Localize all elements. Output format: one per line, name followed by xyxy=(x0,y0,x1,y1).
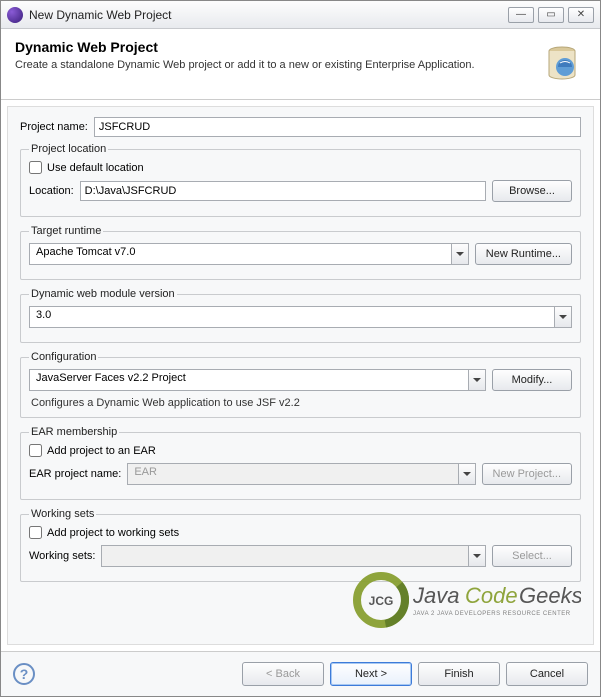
working-sets-legend: Working sets xyxy=(29,508,96,520)
svg-text:JCG: JCG xyxy=(369,594,394,608)
titlebar: New Dynamic Web Project — ▭ ✕ xyxy=(1,1,600,29)
add-to-working-sets-label: Add project to working sets xyxy=(47,527,179,539)
configuration-group: Configuration JavaServer Faces v2.2 Proj… xyxy=(20,351,581,418)
location-input[interactable] xyxy=(80,181,486,201)
new-project-button: New Project... xyxy=(482,463,572,485)
svg-text:Code: Code xyxy=(465,583,518,608)
banner-subheading: Create a standalone Dynamic Web project … xyxy=(15,59,538,71)
working-sets-label: Working sets: xyxy=(29,550,95,562)
module-version-combo[interactable]: 3.0 xyxy=(29,306,572,328)
close-button[interactable]: ✕ xyxy=(568,7,594,23)
new-runtime-button[interactable]: New Runtime... xyxy=(475,243,572,265)
minimize-button[interactable]: — xyxy=(508,7,534,23)
project-name-label: Project name: xyxy=(20,121,88,133)
chevron-down-icon xyxy=(554,307,571,327)
maximize-button[interactable]: ▭ xyxy=(538,7,564,23)
chevron-down-icon xyxy=(468,370,485,390)
use-default-location-checkbox[interactable] xyxy=(29,161,42,174)
window-buttons: — ▭ ✕ xyxy=(508,7,594,23)
window-title: New Dynamic Web Project xyxy=(29,8,508,22)
next-button[interactable]: Next > xyxy=(330,662,412,686)
body: Project name: Project location Use defau… xyxy=(7,106,594,645)
target-runtime-combo[interactable]: Apache Tomcat v7.0 xyxy=(29,243,469,265)
configuration-value: JavaServer Faces v2.2 Project xyxy=(29,369,486,391)
svg-text:Geeks: Geeks xyxy=(519,583,581,608)
modify-button[interactable]: Modify... xyxy=(492,369,572,391)
configuration-combo[interactable]: JavaServer Faces v2.2 Project xyxy=(29,369,486,391)
browse-button[interactable]: Browse... xyxy=(492,180,572,202)
project-name-row: Project name: xyxy=(20,117,581,137)
wizard-icon xyxy=(538,39,586,87)
banner: Dynamic Web Project Create a standalone … xyxy=(1,29,600,100)
ear-name-value: EAR xyxy=(127,463,475,485)
target-runtime-group: Target runtime Apache Tomcat v7.0 New Ru… xyxy=(20,225,581,280)
module-version-value: 3.0 xyxy=(29,306,572,328)
chevron-down-icon xyxy=(451,244,468,264)
target-runtime-legend: Target runtime xyxy=(29,225,103,237)
footer: ? < Back Next > Finish Cancel xyxy=(1,651,600,696)
use-default-location-label: Use default location xyxy=(47,162,144,174)
add-to-ear-label: Add project to an EAR xyxy=(47,445,156,457)
dialog-window: New Dynamic Web Project — ▭ ✕ Dynamic We… xyxy=(0,0,601,697)
banner-heading: Dynamic Web Project xyxy=(15,39,538,55)
module-version-group: Dynamic web module version 3.0 xyxy=(20,288,581,343)
target-runtime-value: Apache Tomcat v7.0 xyxy=(29,243,469,265)
back-button: < Back xyxy=(242,662,324,686)
svg-text:Java: Java xyxy=(412,583,459,608)
configuration-description: Configures a Dynamic Web application to … xyxy=(31,397,572,409)
project-location-group: Project location Use default location Lo… xyxy=(20,143,581,217)
finish-button[interactable]: Finish xyxy=(418,662,500,686)
ear-name-combo: EAR xyxy=(127,463,475,485)
location-label: Location: xyxy=(29,185,74,197)
add-to-working-sets-checkbox[interactable] xyxy=(29,526,42,539)
chevron-down-icon xyxy=(458,464,475,484)
help-button[interactable]: ? xyxy=(13,663,35,685)
ear-name-label: EAR project name: xyxy=(29,468,121,480)
chevron-down-icon xyxy=(468,546,485,566)
cancel-button[interactable]: Cancel xyxy=(506,662,588,686)
ear-group: EAR membership Add project to an EAR EAR… xyxy=(20,426,581,500)
configuration-legend: Configuration xyxy=(29,351,98,363)
project-name-input[interactable] xyxy=(94,117,581,137)
working-sets-combo xyxy=(101,545,486,567)
working-sets-value xyxy=(101,545,486,567)
add-to-ear-checkbox[interactable] xyxy=(29,444,42,457)
working-sets-group: Working sets Add project to working sets… xyxy=(20,508,581,582)
eclipse-icon xyxy=(7,7,23,23)
project-location-legend: Project location xyxy=(29,143,108,155)
select-working-sets-button: Select... xyxy=(492,545,572,567)
module-version-legend: Dynamic web module version xyxy=(29,288,177,300)
ear-legend: EAR membership xyxy=(29,426,119,438)
svg-text:JAVA 2 JAVA DEVELOPERS RESOURC: JAVA 2 JAVA DEVELOPERS RESOURCE CENTER xyxy=(413,611,571,617)
